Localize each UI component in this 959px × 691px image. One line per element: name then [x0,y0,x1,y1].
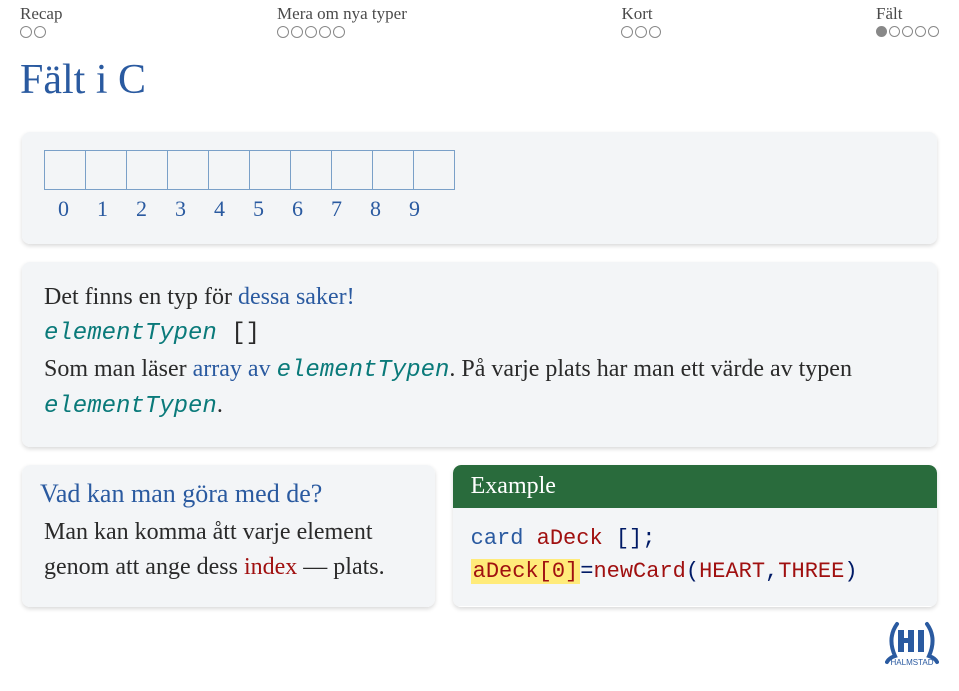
dot-icon [333,26,345,38]
array-cell [249,150,291,190]
text: . På varje plats har man ett värde av ty… [449,356,852,382]
array-cell [372,150,414,190]
nav-dots [20,26,46,38]
nav-item-mera: Mera om nya typer [277,4,407,38]
array-index: 4 [200,196,239,222]
nav-label: Mera om nya typer [277,4,407,24]
array-index: 1 [83,196,122,222]
question-box: Vad kan man göra med de? Man kan komma å… [22,465,435,607]
array-box: 0 1 2 3 4 5 6 7 8 9 [22,132,937,244]
code-sym: , [765,559,778,584]
array-index: 6 [278,196,317,222]
array-index: 2 [122,196,161,222]
dot-icon [291,26,303,38]
array-index: 3 [161,196,200,222]
code-sym: = [580,559,593,584]
text: . [217,392,223,418]
dot-icon [305,26,317,38]
nav-dots [277,26,345,38]
array-index: 0 [44,196,83,222]
type-explain-box: Det finns en typ för dessa saker! elemen… [22,262,937,447]
lower-row: Vad kan man göra med de? Man kan komma å… [22,465,937,625]
nav-dots [621,26,661,38]
array-cell [290,150,332,190]
array-index: 5 [239,196,278,222]
svg-text:HALMSTAD: HALMSTAD [891,658,934,667]
text-code: elementTypen [44,320,217,347]
progress-nav: Recap Mera om nya typer Kort Fält [0,0,959,38]
code-ident: THREE [778,559,844,584]
array-index: 7 [317,196,356,222]
array-cell [208,150,250,190]
dot-icon [277,26,289,38]
text: Som man läser [44,356,193,382]
text-code: [] [217,320,260,347]
nav-label: Fält [876,4,902,24]
dot-icon [876,26,887,37]
text-emph: array av [193,356,277,382]
text-code: elementTypen [44,393,217,420]
code-keyword: card [471,526,524,551]
text-emph: index [244,554,297,580]
content-area: 0 1 2 3 4 5 6 7 8 9 Det finns en typ för… [0,132,959,625]
nav-label: Kort [621,4,652,24]
example-box: Example card aDeck []; aDeck[0]=newCard(… [453,465,937,607]
dot-icon [902,26,913,37]
text-emph: dessa saker! [238,284,355,310]
nav-label: Recap [20,4,62,24]
array-cell [126,150,168,190]
array-index: 8 [356,196,395,222]
example-header: Example [453,465,937,508]
dot-icon [928,26,939,37]
array-cell [331,150,373,190]
text: Det finns en typ för [44,284,238,310]
dot-icon [889,26,900,37]
dot-icon [621,26,633,38]
array-cell [44,150,86,190]
code-sym: ( [686,559,699,584]
code-sym: []; [616,526,656,551]
dot-icon [635,26,647,38]
array-indices: 0 1 2 3 4 5 6 7 8 9 [44,196,915,222]
halmstad-logo-icon: HALMSTAD [885,618,939,673]
nav-item-falt: Fält [876,4,939,38]
question-header: Vad kan man göra med de? [22,465,435,509]
page-title: Fält i C [0,38,959,132]
code-highlight: aDeck[0] [471,559,581,584]
dot-icon [319,26,331,38]
dot-icon [649,26,661,38]
array-cell [85,150,127,190]
code-sym: ) [844,559,857,584]
nav-item-recap: Recap [20,4,62,38]
text-code: elementTypen [277,357,450,384]
code-ident: aDeck [523,526,615,551]
array-cell [167,150,209,190]
array-cell [413,150,455,190]
dot-icon [915,26,926,37]
dot-icon [20,26,32,38]
array-cells [44,150,915,190]
text: — plats. [297,554,384,580]
dot-icon [34,26,46,38]
nav-item-kort: Kort [621,4,661,38]
code-ident: newCard [593,559,685,584]
example-body: card aDeck []; aDeck[0]=newCard(HEART,TH… [453,508,937,606]
array-index: 9 [395,196,434,222]
code-ident: HEART [699,559,765,584]
nav-dots [876,26,939,37]
